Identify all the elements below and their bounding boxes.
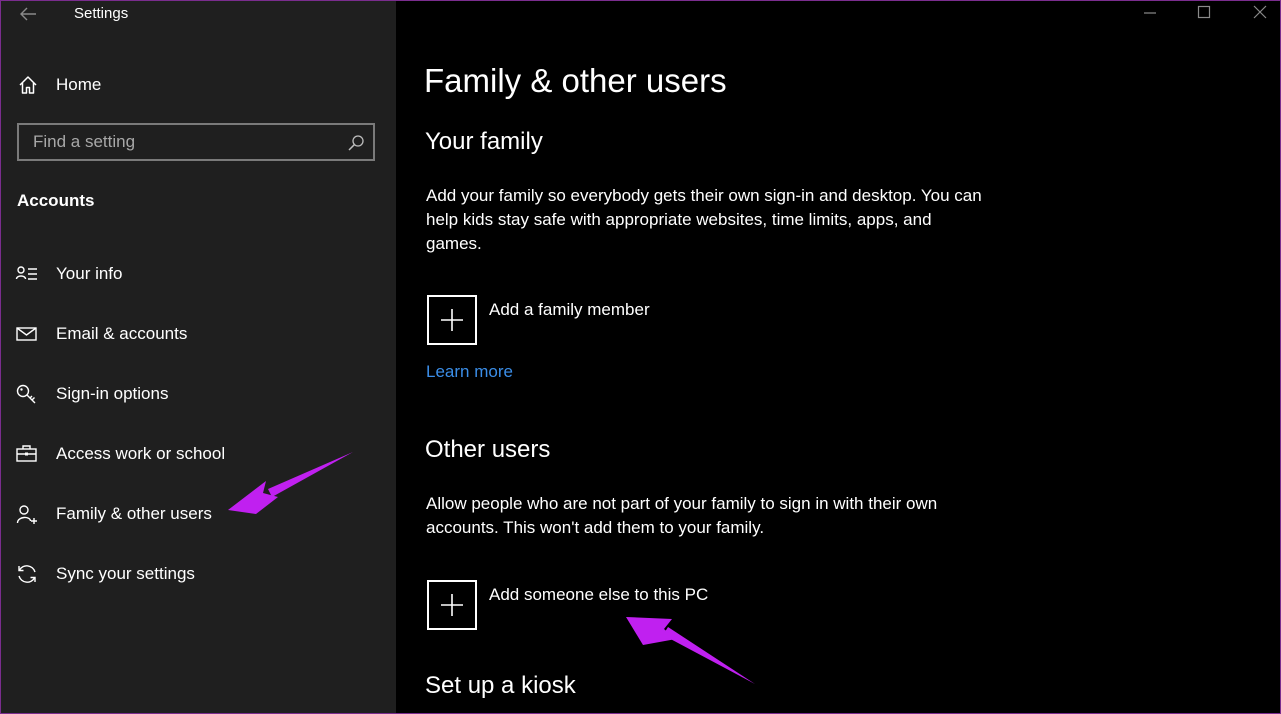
- other-users-heading: Other users: [425, 436, 551, 463]
- other-users-description: Allow people who are not part of your fa…: [426, 494, 938, 537]
- minimize-icon: [1144, 12, 1156, 14]
- search-box[interactable]: [17, 123, 375, 161]
- sidebar-item-label: Access work or school: [56, 444, 226, 463]
- sidebar-item-email-accounts[interactable]: Email & accounts: [1, 314, 396, 354]
- sidebar: Settings Home Accounts Your info: [1, 1, 396, 713]
- learn-more-link[interactable]: Learn more: [426, 362, 513, 382]
- search-input[interactable]: [19, 125, 343, 159]
- back-button[interactable]: [17, 3, 39, 25]
- add-family-member-tile: [427, 295, 477, 345]
- app-title: Settings: [74, 5, 129, 22]
- sidebar-item-family-other-users[interactable]: Family & other users: [1, 494, 396, 534]
- back-arrow-icon: [20, 7, 36, 21]
- sidebar-item-access-work-school[interactable]: Access work or school: [1, 434, 396, 474]
- maximize-icon: [1197, 5, 1211, 19]
- add-family-member-label: Add a family member: [489, 300, 650, 319]
- key-icon: [16, 384, 36, 404]
- sidebar-item-home[interactable]: Home: [17, 73, 101, 97]
- close-button[interactable]: [1247, 2, 1273, 24]
- search-button[interactable]: [347, 134, 365, 152]
- your-family-description: Add your family so everybody gets their …: [426, 186, 982, 253]
- briefcase-icon: [16, 445, 37, 462]
- mail-icon: [16, 327, 37, 341]
- search-icon: [348, 135, 364, 151]
- minimize-button[interactable]: [1137, 2, 1163, 24]
- sync-icon: [18, 565, 36, 583]
- close-icon: [1253, 5, 1267, 19]
- sidebar-item-sign-in-options[interactable]: Sign-in options: [1, 374, 396, 414]
- plus-icon: [441, 309, 463, 331]
- sidebar-item-label: Your info: [56, 264, 123, 283]
- sidebar-item-label: Sync your settings: [56, 564, 195, 583]
- add-family-member-button[interactable]: Add a family member: [427, 295, 687, 345]
- sidebar-item-home-label: Home: [56, 75, 102, 94]
- sidebar-item-label: Family & other users: [56, 504, 212, 523]
- add-person-icon: [16, 505, 37, 524]
- add-someone-else-tile: [427, 580, 477, 630]
- sidebar-item-label: Email & accounts: [56, 324, 188, 343]
- your-family-heading: Your family: [425, 128, 543, 155]
- add-someone-else-label: Add someone else to this PC: [489, 585, 709, 604]
- contact-card-icon: [15, 266, 37, 280]
- sidebar-item-sync-settings[interactable]: Sync your settings: [1, 554, 396, 594]
- sidebar-item-label: Sign-in options: [56, 384, 169, 403]
- home-icon: [19, 76, 37, 94]
- page-title: Family & other users: [424, 62, 727, 99]
- sidebar-item-your-info[interactable]: Your info: [1, 254, 396, 294]
- add-someone-else-button[interactable]: Add someone else to this PC: [427, 580, 727, 630]
- section-title: Accounts: [17, 191, 95, 210]
- plus-icon: [441, 594, 463, 616]
- maximize-button[interactable]: [1191, 2, 1217, 24]
- kiosk-heading: Set up a kiosk: [425, 672, 576, 699]
